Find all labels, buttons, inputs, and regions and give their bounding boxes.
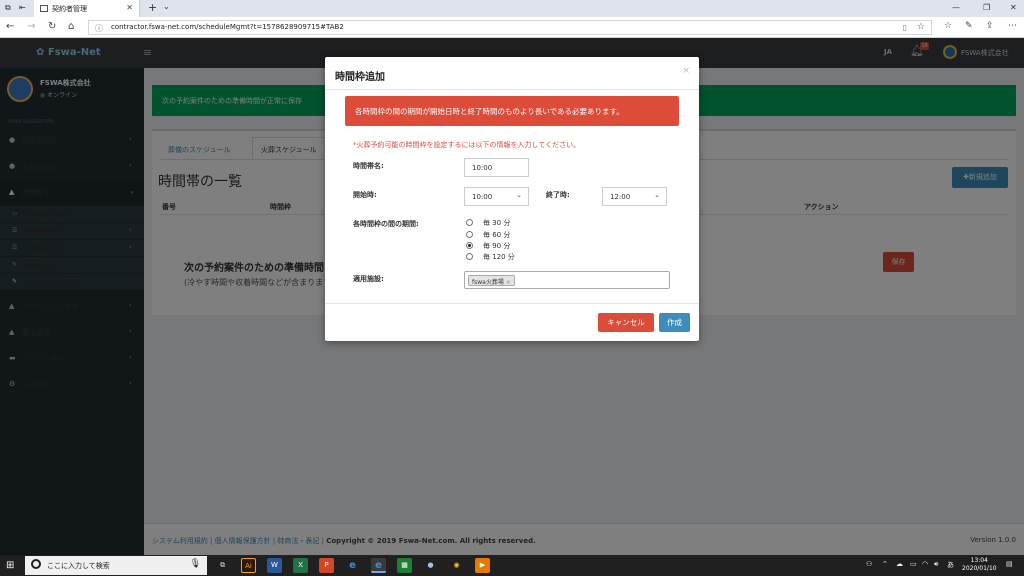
browser-tab-bar: ⧉ ⇤ 契約者管理 ✕ + ⌄ — ❐ ✕: [0, 0, 1024, 17]
page-favicon-icon: [40, 5, 48, 12]
excel-icon[interactable]: X: [293, 558, 308, 573]
ie-icon[interactable]: e: [345, 558, 360, 573]
tray-chevron-up-icon[interactable]: ⌃: [882, 560, 888, 568]
favorite-star-icon[interactable]: ☆: [917, 22, 925, 32]
modal-title: 時間枠追加: [335, 72, 385, 83]
taskbar-clock[interactable]: 13:04 2020/01/10: [962, 557, 997, 573]
people-icon[interactable]: ⚇: [866, 560, 872, 568]
volume-icon[interactable]: 🔊︎: [934, 560, 938, 569]
home-icon[interactable]: ⌂: [68, 21, 74, 32]
chrome-icon[interactable]: ◉: [449, 558, 464, 573]
maximize-button[interactable]: ❐: [983, 3, 990, 12]
start-time-value: 10:00: [472, 193, 493, 201]
minimize-button[interactable]: —: [952, 3, 960, 12]
windows-start-icon[interactable]: ⊞: [6, 560, 14, 571]
start-time-label: 開始時:: [353, 191, 377, 199]
edge-icon[interactable]: e: [371, 558, 386, 573]
interval-radio-120[interactable]: 毎 120 分: [466, 252, 556, 262]
tab-list-button[interactable]: ⌄: [163, 2, 170, 11]
cloud-icon[interactable]: ☁: [896, 560, 903, 568]
app-green-icon[interactable]: ▦: [397, 558, 412, 573]
interval-radio-60[interactable]: 毎 60 分: [466, 230, 556, 240]
network-icon[interactable]: ▭: [910, 560, 917, 568]
back-arrow-icon[interactable]: ←: [6, 21, 14, 32]
modal-footer-divider: [325, 303, 699, 304]
windows-taskbar: ⊞ ここに入力して検索 🎙︎ ⧉ Ai W X P e e ▦ ● ◉ ▶ ⚇ …: [0, 555, 1024, 576]
interval-radio-90[interactable]: 毎 90 分: [466, 241, 556, 251]
interval-label: 各時間枠の間の期間:: [353, 220, 419, 228]
cancel-button[interactable]: キャンセル: [598, 313, 654, 332]
ime-indicator[interactable]: あ: [947, 560, 954, 570]
tab-back-icon[interactable]: ⇤: [19, 3, 26, 12]
interval-option-label: 毎 60 分: [483, 231, 511, 239]
create-button[interactable]: 作成: [659, 313, 690, 332]
taskbar-search-placeholder: ここに入力して検索: [47, 562, 110, 570]
chevron-down-icon: ⌄: [654, 191, 660, 199]
favorites-icon[interactable]: ☆: [944, 21, 952, 31]
radio-off-icon: [466, 231, 473, 238]
error-alert: 各時間枠の間の期間が開始日時と終了時間のものより長いである必要あります。: [345, 96, 679, 126]
refresh-icon[interactable]: ↻: [48, 21, 56, 32]
microphone-icon[interactable]: 🎙︎: [190, 559, 201, 569]
interval-option-label: 毎 90 分: [483, 242, 511, 250]
clock-date: 2020/01/10: [962, 565, 997, 572]
end-time-select[interactable]: 12:00 ⌄: [602, 187, 667, 206]
forward-arrow-icon[interactable]: →: [27, 21, 35, 32]
radio-off-icon: [466, 253, 473, 260]
add-slot-modal: 時間枠追加 × 各時間枠の間の期間が開始日時と終了時間のものより長いである必要あ…: [325, 57, 699, 341]
error-alert-text: 各時間枠の間の期間が開始日時と終了時間のものより長いである必要あります。: [355, 107, 624, 116]
slot-name-field[interactable]: 10:00: [464, 158, 529, 177]
remove-tag-icon[interactable]: ×: [506, 279, 511, 286]
interval-radio-30[interactable]: 毎 30 分: [466, 218, 556, 228]
tab-actions-icon[interactable]: ⧉: [5, 3, 11, 13]
facility-label: 適用施設:: [353, 275, 384, 283]
task-view-icon[interactable]: ⧉: [215, 558, 230, 573]
radio-off-icon: [466, 219, 473, 226]
illustrator-icon[interactable]: Ai: [241, 558, 256, 573]
slot-name-label: 時間帯名:: [353, 162, 384, 170]
wifi-icon[interactable]: ◠: [922, 560, 928, 568]
radio-on-icon: [466, 242, 473, 249]
info-icon[interactable]: ⓘ: [95, 23, 103, 34]
url-field[interactable]: ⓘ contractor.fswa-net.com/scheduleMgmt?t…: [88, 20, 932, 35]
facility-tag: fswa火葬場 ×: [468, 275, 515, 286]
close-icon[interactable]: ×: [682, 66, 690, 76]
end-time-value: 12:00: [610, 193, 631, 201]
interval-option-label: 毎 30 分: [483, 219, 511, 227]
more-icon[interactable]: ⋯: [1008, 21, 1017, 31]
url-text[interactable]: contractor.fswa-net.com/scheduleMgmt?t=1…: [111, 23, 344, 31]
facility-tag-label: fswa火葬場: [472, 279, 504, 286]
chevron-down-icon: ⌄: [516, 191, 522, 199]
form-hint: *火葬予約可能の時間枠を設定するには以下の情報を入力してください。: [353, 141, 581, 149]
window-close-button[interactable]: ✕: [1010, 3, 1017, 12]
app-blue-icon[interactable]: ●: [423, 558, 438, 573]
modal-header-divider: [325, 89, 699, 90]
address-bar-row: ← → ↻ ⌂ ⓘ contractor.fswa-net.com/schedu…: [0, 17, 1024, 38]
word-icon[interactable]: W: [267, 558, 282, 573]
tab-title: 契約者管理: [52, 5, 87, 13]
powerpoint-icon[interactable]: P: [319, 558, 334, 573]
notification-center-icon[interactable]: ▤: [1006, 560, 1013, 568]
start-time-select[interactable]: 10:00 ⌄: [464, 187, 529, 206]
taskbar-search-box[interactable]: ここに入力して検索 🎙︎: [25, 556, 207, 575]
end-time-label: 終了時:: [546, 191, 570, 199]
notes-icon[interactable]: ✎: [965, 21, 973, 31]
clock-time: 13:04: [970, 557, 988, 564]
interval-option-label: 毎 120 分: [483, 253, 515, 261]
browser-tab[interactable]: 契約者管理 ✕: [34, 0, 140, 17]
facility-multiselect[interactable]: fswa火葬場 ×: [464, 271, 670, 289]
media-player-icon[interactable]: ▶: [475, 558, 490, 573]
share-icon[interactable]: ⇪: [986, 21, 994, 31]
new-tab-button[interactable]: +: [148, 1, 157, 14]
reading-view-icon[interactable]: ▯: [903, 23, 907, 32]
cortana-icon: [31, 559, 41, 569]
tab-close-icon[interactable]: ✕: [126, 3, 133, 12]
